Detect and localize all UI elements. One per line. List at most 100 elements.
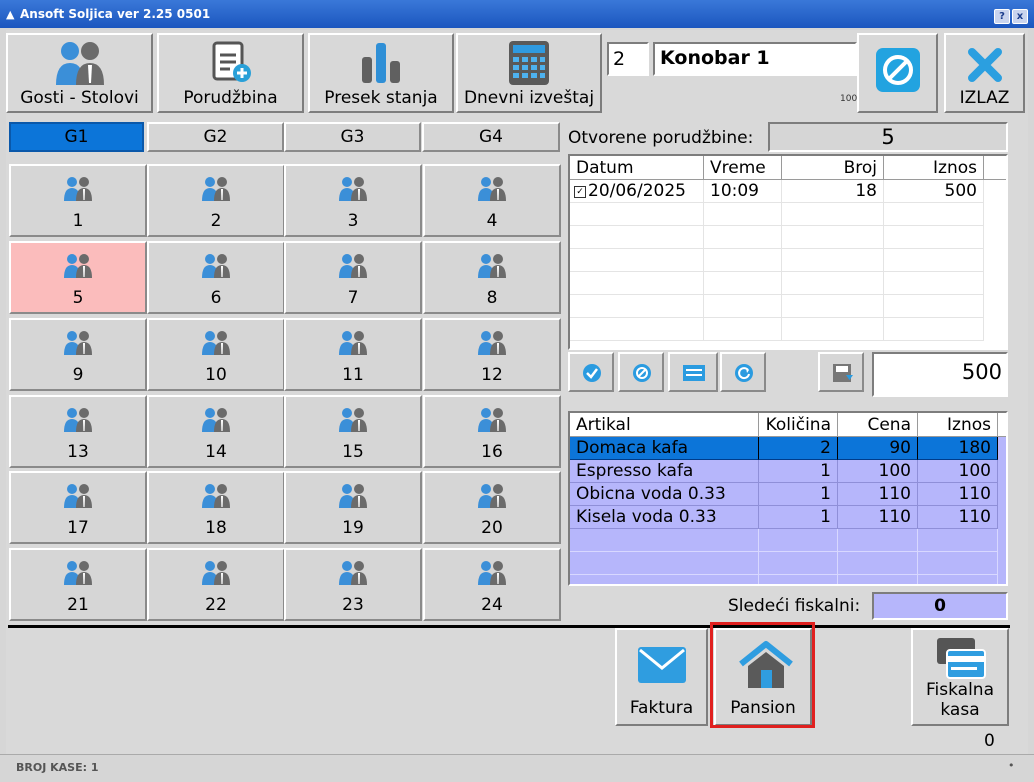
table-1[interactable]: 1 <box>9 164 147 237</box>
table-number: 11 <box>342 365 364 385</box>
table-9[interactable]: 9 <box>9 318 147 391</box>
items-cell-artikal[interactable]: Espresso kafa <box>570 460 759 483</box>
items-cell-cena[interactable]: 110 <box>838 483 918 506</box>
items-cell-cena[interactable]: 100 <box>838 460 918 483</box>
orders-empty-cell <box>570 272 704 295</box>
orders-empty-cell <box>884 272 984 295</box>
tab-g1[interactable]: G1 <box>9 122 144 152</box>
guests-icon <box>475 176 509 206</box>
items-col-cena[interactable]: Cena <box>838 413 918 437</box>
save-order-button[interactable] <box>818 352 864 392</box>
table-number: 3 <box>347 211 359 231</box>
table-22[interactable]: 22 <box>147 548 285 621</box>
dnevni-izvestaj-button[interactable]: Dnevni izveštaj <box>456 33 602 113</box>
guests-icon <box>61 330 95 360</box>
orders-col-datum[interactable]: Datum <box>570 156 704 180</box>
table-10[interactable]: 10 <box>147 318 285 391</box>
items-cell-artikal[interactable]: Kisela voda 0.33 <box>570 506 759 529</box>
add-order-icon <box>212 41 251 82</box>
table-17[interactable]: 17 <box>9 471 147 544</box>
orders-cell-vreme[interactable]: 10:09 <box>704 180 782 203</box>
status-dot: • <box>1008 759 1015 772</box>
items-col-iznos[interactable]: Iznos <box>918 413 998 437</box>
gosti-stolovi-button[interactable]: Gosti - Stolovi <box>6 33 153 113</box>
cancel-order-button[interactable] <box>618 352 664 392</box>
list-order-button[interactable] <box>668 352 718 392</box>
items-cell-iznos[interactable]: 180 <box>918 437 998 460</box>
refresh-order-button[interactable] <box>720 352 766 392</box>
items-col-kolicina[interactable]: Količina <box>759 413 838 437</box>
fiskalna-kasa-button[interactable]: Fiskalna kasa <box>911 628 1009 726</box>
waiter-name-field[interactable]: Konobar 1 <box>653 42 857 76</box>
cancel-small-icon <box>633 364 651 382</box>
fiskalna-label-1: Fiskalna <box>926 680 994 700</box>
items-cell-kolicina[interactable]: 1 <box>759 460 838 483</box>
orders-cell-datum[interactable]: ✓ 20/06/2025 <box>570 180 704 203</box>
items-cell-cena[interactable]: 110 <box>838 506 918 529</box>
faktura-label: Faktura <box>629 698 694 718</box>
table-12[interactable]: 12 <box>423 318 561 391</box>
tab-g3[interactable]: G3 <box>284 122 421 152</box>
orders-col-broj[interactable]: Broj <box>782 156 884 180</box>
table-24[interactable]: 24 <box>423 548 561 621</box>
cancel-button[interactable] <box>857 33 938 113</box>
items-cell-artikal[interactable]: Obicna voda 0.33 <box>570 483 759 506</box>
bottom-counter: 0 <box>984 731 995 751</box>
guests-icon <box>61 407 95 437</box>
guests-icon <box>336 483 370 513</box>
table-19[interactable]: 19 <box>284 471 422 544</box>
orders-cell-broj[interactable]: 18 <box>782 180 884 203</box>
guests-icon <box>199 330 233 360</box>
table-15[interactable]: 15 <box>284 395 422 468</box>
orders-total: 500 <box>872 352 1008 397</box>
items-cell-iznos[interactable]: 110 <box>918 506 998 529</box>
table-3[interactable]: 3 <box>284 164 422 237</box>
table-2[interactable]: 2 <box>147 164 285 237</box>
items-cell-iznos[interactable]: 110 <box>918 483 998 506</box>
table-6[interactable]: 6 <box>147 241 285 314</box>
items-cell-kolicina[interactable]: 1 <box>759 506 838 529</box>
items-col-spacer <box>998 413 1006 437</box>
items-col-artikal[interactable]: Artikal <box>570 413 759 437</box>
close-icon <box>967 48 1002 82</box>
items-cell-kolicina[interactable]: 2 <box>759 437 838 460</box>
orders-empty-cell <box>570 249 704 272</box>
table-14[interactable]: 14 <box>147 395 285 468</box>
table-7[interactable]: 7 <box>284 241 422 314</box>
orders-col-iznos[interactable]: Iznos <box>884 156 984 180</box>
table-16[interactable]: 16 <box>423 395 561 468</box>
table-20[interactable]: 20 <box>423 471 561 544</box>
table-23[interactable]: 23 <box>284 548 422 621</box>
close-window-button[interactable]: x <box>1012 9 1028 24</box>
tab-g4[interactable]: G4 <box>422 122 560 152</box>
tab-g2[interactable]: G2 <box>147 122 284 152</box>
orders-empty-cell <box>782 249 884 272</box>
porudzbina-button[interactable]: Porudžbina <box>157 33 304 113</box>
checkbox-icon[interactable]: ✓ <box>574 186 586 198</box>
envelope-icon <box>638 647 686 683</box>
items-empty-cell <box>838 552 918 575</box>
table-11[interactable]: 11 <box>284 318 422 391</box>
items-cell-artikal[interactable]: Domaca kafa <box>570 437 759 460</box>
izlaz-button[interactable]: IZLAZ <box>944 33 1025 113</box>
table-18[interactable]: 18 <box>147 471 285 544</box>
table-13[interactable]: 13 <box>9 395 147 468</box>
items-cell-cena[interactable]: 90 <box>838 437 918 460</box>
items-cell-kolicina[interactable]: 1 <box>759 483 838 506</box>
guests-icon <box>475 483 509 513</box>
items-cell-iznos[interactable]: 100 <box>918 460 998 483</box>
table-21[interactable]: 21 <box>9 548 147 621</box>
waiter-id-field[interactable]: 2 <box>607 42 649 76</box>
orders-col-vreme[interactable]: Vreme <box>704 156 782 180</box>
table-5[interactable]: 5 <box>9 241 147 314</box>
table-8[interactable]: 8 <box>423 241 561 314</box>
confirm-order-button[interactable] <box>568 352 614 392</box>
presek-stanja-button[interactable]: Presek stanja <box>308 33 454 113</box>
orders-cell-iznos[interactable]: 500 <box>884 180 984 203</box>
izlaz-label: IZLAZ <box>959 88 1010 108</box>
faktura-button[interactable]: Faktura <box>615 628 708 726</box>
table-number: 13 <box>67 442 89 462</box>
help-button[interactable]: ? <box>994 9 1010 24</box>
table-number: 5 <box>72 288 84 308</box>
table-4[interactable]: 4 <box>423 164 561 237</box>
